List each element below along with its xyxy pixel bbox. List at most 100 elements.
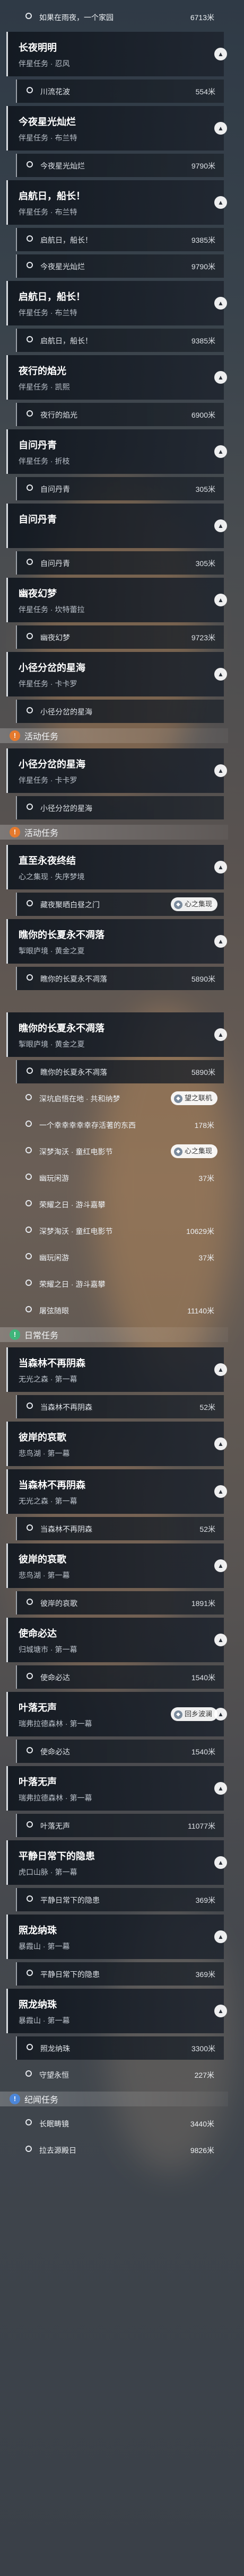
quest-step[interactable]: 自问丹青 305米 [16, 551, 224, 575]
quest-step[interactable]: 叶落无声 11077米 [16, 1814, 224, 1837]
quest-card[interactable]: 直至永夜终结 心之集现 · 失序梦境 ▲ [6, 845, 227, 889]
chevron-up-icon[interactable]: ▲ [214, 1559, 227, 1572]
quest-card[interactable]: 瞧你的长夏永不凋落 掣眼庐境 · 黄金之夏 ▲ [6, 1012, 227, 1057]
quest-step[interactable]: 启航日，船长！ 9385米 [16, 329, 224, 352]
chevron-up-icon[interactable]: ▲ [214, 196, 227, 209]
quest-step[interactable]: 使命必达 1540米 [16, 1665, 224, 1689]
quest-step[interactable]: 幽玩闲游 37米 [16, 1246, 228, 1269]
target-ring-icon [25, 1200, 32, 1206]
quest-step[interactable]: 今夜星光灿烂 9790米 [16, 254, 224, 278]
chevron-up-icon[interactable]: ▲ [214, 1363, 227, 1376]
quest-card[interactable]: 小径分岔的星海 伴星任务 · 卡卡罗 ▲ [6, 652, 227, 696]
chevron-up-icon[interactable]: ▲ [214, 1028, 227, 1041]
chevron-up-icon[interactable]: ▲ [214, 1782, 227, 1795]
quest-step[interactable]: 一个幸幸幸幸幸存活著的东西 178米 [16, 1113, 228, 1136]
quest-step-label: 当森林不再阴森 [40, 1403, 92, 1411]
quest-step-label: 自问丹青 [40, 559, 70, 568]
quest-card[interactable]: 照龙纳珠 暴霞山 · 第一幕 ▲ [6, 1915, 227, 1959]
quest-card[interactable]: 夜行的焰光 伴星任务 · 凯熙 ▲ [6, 355, 227, 400]
chevron-up-icon[interactable]: ▲ [214, 48, 227, 60]
chevron-up-icon[interactable]: ▲ [214, 1485, 227, 1498]
quest-card[interactable]: 自问丹青 ▲ [6, 504, 227, 548]
chevron-up-icon[interactable]: ▲ [214, 935, 227, 948]
quest-subtitle: 伴星任务 · 卡卡罗 [19, 680, 77, 688]
quest-step[interactable]: 小径分岔的星海 [16, 700, 224, 723]
chevron-up-icon[interactable]: ▲ [214, 668, 227, 681]
quest-step[interactable]: 夜行的焰光 6900米 [16, 403, 224, 426]
chevron-up-icon[interactable]: ▲ [214, 122, 227, 135]
quest-step[interactable]: 自问丹青 305米 [16, 477, 224, 500]
activity-tag[interactable]: ◆ 望之联机 [171, 1091, 218, 1105]
quest-step[interactable]: 深梦淘沃 · 童红电影节 10629米 [16, 1219, 228, 1242]
quest-step[interactable]: 瞧你的长夏永不凋落 5890米 [16, 1060, 224, 1083]
quest-title: 启航日，船长！ [19, 191, 85, 201]
target-ring-icon [27, 1747, 33, 1753]
target-ring-icon [25, 1147, 32, 1153]
quest-step[interactable]: 荣耀之日 · 游斗嘉攀 [16, 1272, 228, 1295]
quest-step[interactable]: 小径分岔的星海 [16, 796, 224, 819]
chevron-up-icon[interactable]: ▲ [214, 1437, 227, 1450]
activity-tag[interactable]: ◆ 心之集现 [171, 1144, 218, 1158]
quest-step[interactable]: 荣耀之日 · 游斗嘉攀 [16, 1193, 228, 1216]
activity-tag-icon: ◆ [174, 1147, 182, 1156]
quest-title: 小径分岔的星海 [19, 759, 85, 770]
chevron-up-icon[interactable]: ▲ [214, 1634, 227, 1646]
quest-card[interactable]: 叶落无声 瑞弗拉德森林 · 第一幕 ▲ [6, 1766, 227, 1811]
activity-tag[interactable]: ◆ 回乡波澜 [171, 1707, 218, 1721]
target-ring-icon [27, 1402, 33, 1409]
quest-subtitle: 归城塘市 · 第一幕 [19, 1645, 77, 1654]
quest-card[interactable]: 照龙纳珠 暴霞山 · 第一幕 ▲ [6, 1989, 227, 2033]
quest-step[interactable]: 照龙纳珠 3300米 [16, 2036, 224, 2060]
quest-step-label: 瞧你的长夏永不凋落 [40, 975, 107, 983]
quest-step[interactable]: 瞧你的长夏永不凋落 5890米 [16, 967, 224, 990]
quest-card[interactable]: 长夜明明 伴星任务 · 忍风 ▲ [6, 32, 227, 76]
quest-step[interactable]: 幽玩闲游 37米 [16, 1166, 228, 1189]
quest-step[interactable]: 幽夜幻梦 9723米 [16, 625, 224, 649]
quest-step[interactable]: 当森林不再阴森 52米 [16, 1517, 224, 1540]
quest-step[interactable]: 屠弦随眼 11140米 [16, 1299, 228, 1322]
chevron-up-icon[interactable]: ▲ [214, 371, 227, 384]
quest-card[interactable]: 自问丹青 伴星任务 · 折枝 ▲ [6, 429, 227, 474]
quest-card[interactable]: 启航日，船长！ 伴星任务 · 布兰特 ▲ [6, 281, 227, 325]
quest-card[interactable]: 幽夜幻梦 伴星任务 · 坎特蕾拉 ▲ [6, 578, 227, 622]
quest-card[interactable]: 瞧你的长夏永不凋落 掣眼庐境 · 黄金之夏 ▲ [6, 919, 227, 964]
quest-subtitle: 伴星任务 · 凯熙 [19, 383, 70, 391]
distance-label: 5890米 [191, 1068, 215, 1077]
quest-card[interactable]: 当森林不再阴森 无光之森 · 第一幕 ▲ [6, 1347, 227, 1392]
quest-step[interactable]: 启航日，船长！ 9385米 [16, 228, 224, 251]
quest-step[interactable]: 拉去源殿日 9826米 [16, 2138, 228, 2162]
quest-card[interactable]: 彼岸的哀歌 悲鸟湖 · 第一幕 ▲ [6, 1422, 227, 1466]
quest-step[interactable]: 川流花波 554米 [16, 80, 224, 103]
quest-step-label: 叶落无声 [40, 1822, 70, 1830]
quest-step[interactable]: 使命必达 1540米 [16, 1740, 224, 1763]
quest-step[interactable]: 当森林不再阴森 52米 [16, 1395, 224, 1418]
quest-step[interactable]: 平静日常下的隐患 369米 [16, 1888, 224, 1911]
quest-step[interactable]: 守望永恒 227米 [16, 2063, 228, 2086]
quest-card[interactable]: 彼岸的哀歌 悲鸟湖 · 第一幕 ▲ [6, 1543, 227, 1588]
quest-card[interactable]: 平静日常下的隐患 虎口山脉 · 第一幕 ▲ [6, 1840, 227, 1885]
chevron-up-icon[interactable]: ▲ [214, 1856, 227, 1869]
chevron-up-icon[interactable]: ▲ [214, 519, 227, 532]
distance-label: 11077米 [188, 1822, 215, 1830]
quest-step[interactable]: 平静日常下的隐患 369米 [16, 1962, 224, 1986]
quest-step[interactable]: 如果在雨夜，一个家园 6713米 [16, 5, 228, 29]
quest-step[interactable]: 长眠畴镜 3440米 [16, 2112, 228, 2135]
quest-card[interactable]: 启航日，船长！ 伴星任务 · 布兰特 ▲ [6, 180, 227, 225]
target-ring-icon [25, 13, 32, 19]
chevron-up-icon[interactable]: ▲ [214, 445, 227, 458]
distance-label: 554米 [195, 87, 215, 96]
quest-card[interactable]: 今夜星光灿烂 伴星任务 · 布兰特 ▲ [6, 106, 227, 151]
quest-card[interactable]: 当森林不再阴森 无光之森 · 第一幕 ▲ [6, 1469, 227, 1514]
chevron-up-icon[interactable]: ▲ [214, 1930, 227, 1943]
quest-subtitle: 虎口山脉 · 第一幕 [19, 1868, 77, 1876]
activity-tag[interactable]: ◆ 心之集现 [171, 897, 218, 911]
quest-card[interactable]: 小径分岔的星海 伴星任务 · 卡卡罗 ▲ [6, 748, 227, 793]
chevron-up-icon[interactable]: ▲ [214, 594, 227, 606]
chevron-up-icon[interactable]: ▲ [214, 2005, 227, 2017]
chevron-up-icon[interactable]: ▲ [214, 297, 227, 310]
quest-step[interactable]: 今夜星光灿烂 9790米 [16, 154, 224, 177]
quest-step[interactable]: 彼岸的哀歌 1891米 [16, 1591, 224, 1615]
chevron-up-icon[interactable]: ▲ [214, 861, 227, 874]
chevron-up-icon[interactable]: ▲ [214, 764, 227, 777]
quest-card[interactable]: 使命必达 归城塘市 · 第一幕 ▲ [6, 1618, 227, 1662]
